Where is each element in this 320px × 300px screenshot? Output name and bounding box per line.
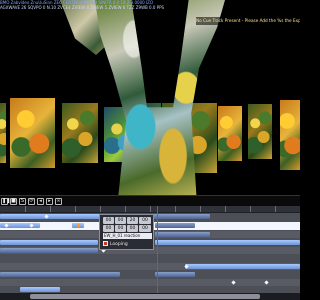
looping-toggle[interactable]: Looping <box>103 241 152 248</box>
stop-button[interactable]: ■ <box>10 198 17 205</box>
prev-button[interactable]: ◂ <box>37 198 44 205</box>
image-panel <box>0 103 6 163</box>
duration-field-frames[interactable]: 00 <box>139 225 151 232</box>
clip[interactable] <box>0 272 120 277</box>
clip[interactable] <box>0 240 98 245</box>
looping-checkbox[interactable] <box>103 241 108 246</box>
loop-button[interactable]: ⟳ <box>28 198 35 205</box>
clip-properties-popup[interactable]: 00 00 20 00 00 00 00 00 EW_H_01 reaction… <box>99 214 154 250</box>
image-panel <box>62 103 98 163</box>
time-field-seconds[interactable]: 20 <box>127 217 138 224</box>
record-button[interactable]: S <box>19 198 26 205</box>
time-field-minutes[interactable]: 00 <box>115 217 126 224</box>
clip[interactable] <box>155 240 300 245</box>
keyframe[interactable] <box>264 280 269 285</box>
3d-viewport[interactable] <box>0 0 300 195</box>
time-field-frames[interactable]: 00 <box>139 217 151 224</box>
stats-overlay: BMO Zabvideo ZnuUuSinn ZE6 CENTER HAROLD… <box>0 0 300 16</box>
image-panel <box>248 104 272 159</box>
scrollbar-thumb[interactable] <box>30 294 260 299</box>
clip[interactable] <box>0 248 98 253</box>
looping-label: Looping <box>110 242 128 247</box>
playhead[interactable] <box>157 206 158 300</box>
clip[interactable] <box>150 214 210 219</box>
pause-button[interactable]: ❚❚ <box>1 198 10 205</box>
stats-line-2: AGXWAVE 26 SQVPO 0 N.10 ZVCE4 ZVIEW 4 ZV… <box>0 5 165 10</box>
clip[interactable] <box>0 214 100 219</box>
track-row[interactable] <box>0 263 300 270</box>
time-ruler[interactable] <box>0 206 300 213</box>
clip-name-field[interactable]: EW_H_01 reaction <box>103 233 152 239</box>
time-field-hours[interactable]: 00 <box>103 217 114 224</box>
clip[interactable] <box>20 287 60 292</box>
image-panel <box>280 100 300 170</box>
duration-field-hours[interactable]: 00 <box>103 225 114 232</box>
clip[interactable] <box>155 232 210 237</box>
keyframe[interactable] <box>231 280 236 285</box>
timeline-scrollbar[interactable] <box>0 293 300 300</box>
notification-banner: No Cue Track Present - Please Add the %s… <box>196 17 300 25</box>
link-button[interactable]: ∞ <box>55 198 62 205</box>
next-button[interactable]: ▸ <box>46 198 53 205</box>
track-row[interactable] <box>0 286 300 293</box>
duration-field-seconds[interactable]: 00 <box>127 225 138 232</box>
clip[interactable] <box>185 264 300 269</box>
track-row[interactable] <box>0 255 300 262</box>
duration-field-minutes[interactable]: 00 <box>115 225 126 232</box>
track-row[interactable] <box>0 279 300 286</box>
image-panel <box>10 98 55 168</box>
clip[interactable] <box>155 223 195 228</box>
image-panel <box>218 106 242 161</box>
track-row[interactable] <box>0 271 300 278</box>
clip[interactable] <box>155 272 195 277</box>
